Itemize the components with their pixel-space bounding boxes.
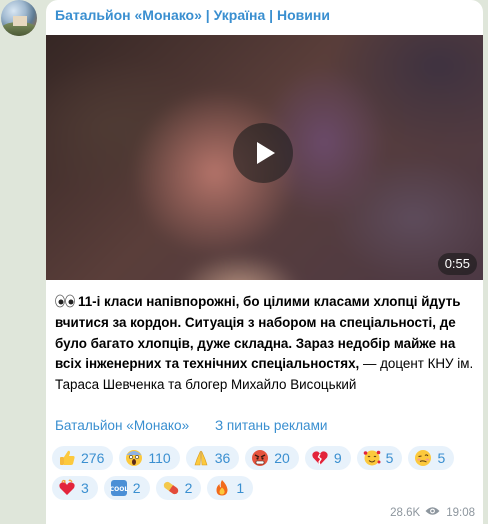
reaction-count: 20 bbox=[274, 450, 290, 466]
reaction-pill[interactable]: 2 bbox=[155, 476, 202, 500]
play-icon bbox=[257, 142, 275, 164]
reaction-count: 5 bbox=[385, 450, 394, 466]
message-bubble: Батальйон «Монако» | Україна | Новини 0:… bbox=[46, 0, 483, 524]
message-text: 11-і класи напівпорожні, бо цілими класа… bbox=[55, 292, 480, 396]
pill-icon bbox=[162, 479, 180, 497]
play-button[interactable] bbox=[233, 123, 293, 183]
reaction-folded-hands[interactable]: 36 bbox=[185, 446, 240, 470]
reaction-cool-button[interactable]: COOL 2 bbox=[103, 476, 150, 500]
avatar-building bbox=[13, 16, 27, 26]
broken-heart-icon bbox=[311, 449, 329, 467]
view-count: 28.6K bbox=[390, 506, 421, 519]
ads-link[interactable]: З питань реклами bbox=[215, 418, 328, 433]
video-preview[interactable]: 0:55 bbox=[46, 35, 483, 280]
reaction-count: 110 bbox=[148, 450, 171, 466]
footer-links: Батальйон «Монако» З питань реклами bbox=[55, 418, 350, 433]
message-time: 19:08 bbox=[446, 506, 475, 519]
reaction-smiling-face-hearts[interactable]: 5 bbox=[356, 446, 403, 470]
fire-icon bbox=[213, 479, 231, 497]
reaction-count: 1 bbox=[236, 480, 245, 496]
eye-icon bbox=[425, 506, 440, 519]
cool-button-icon: COOL bbox=[110, 479, 128, 497]
reaction-count: 3 bbox=[81, 480, 89, 496]
screaming-face-icon bbox=[125, 449, 143, 467]
reaction-count: 5 bbox=[437, 450, 446, 466]
folded-hands-icon bbox=[192, 449, 210, 467]
channel-name[interactable]: Батальйон «Монако» | Україна | Новини bbox=[55, 7, 330, 23]
reaction-heart-on-fire[interactable]: 3 bbox=[52, 476, 98, 500]
thumbs-up-icon bbox=[58, 449, 76, 467]
channel-link[interactable]: Батальйон «Монако» bbox=[55, 418, 189, 433]
svg-text:COOL: COOL bbox=[110, 486, 128, 493]
reaction-fire[interactable]: 1 bbox=[207, 476, 254, 500]
reaction-count: 276 bbox=[81, 450, 105, 466]
message-meta: 28.6K 19:08 bbox=[390, 506, 475, 519]
reactions-row: 3 COOL 2 2 1 bbox=[52, 476, 482, 500]
smiling-face-hearts-icon bbox=[363, 449, 381, 467]
reaction-count: 36 bbox=[214, 450, 231, 466]
video-duration: 0:55 bbox=[437, 253, 477, 275]
eyes-icon bbox=[55, 294, 78, 309]
reaction-angry-face[interactable]: 20 bbox=[245, 446, 299, 470]
heart-on-fire-icon bbox=[58, 479, 76, 497]
reactions-panel: 276 110 36 20 9 5 5 3 COOL 2 2 1 bbox=[52, 446, 482, 506]
reactions-row: 276 110 36 20 9 5 5 bbox=[52, 446, 482, 470]
woozy-face-icon bbox=[414, 449, 432, 467]
reaction-count: 9 bbox=[333, 450, 342, 466]
reaction-broken-heart[interactable]: 9 bbox=[304, 446, 351, 470]
reaction-woozy-face[interactable]: 5 bbox=[408, 446, 455, 470]
reaction-count: 2 bbox=[184, 480, 193, 496]
reaction-screaming-face[interactable]: 110 bbox=[119, 446, 180, 470]
reaction-thumbs-up[interactable]: 276 bbox=[52, 446, 114, 470]
angry-face-icon bbox=[251, 449, 269, 467]
reaction-count: 2 bbox=[132, 480, 141, 496]
channel-avatar[interactable] bbox=[1, 0, 37, 36]
